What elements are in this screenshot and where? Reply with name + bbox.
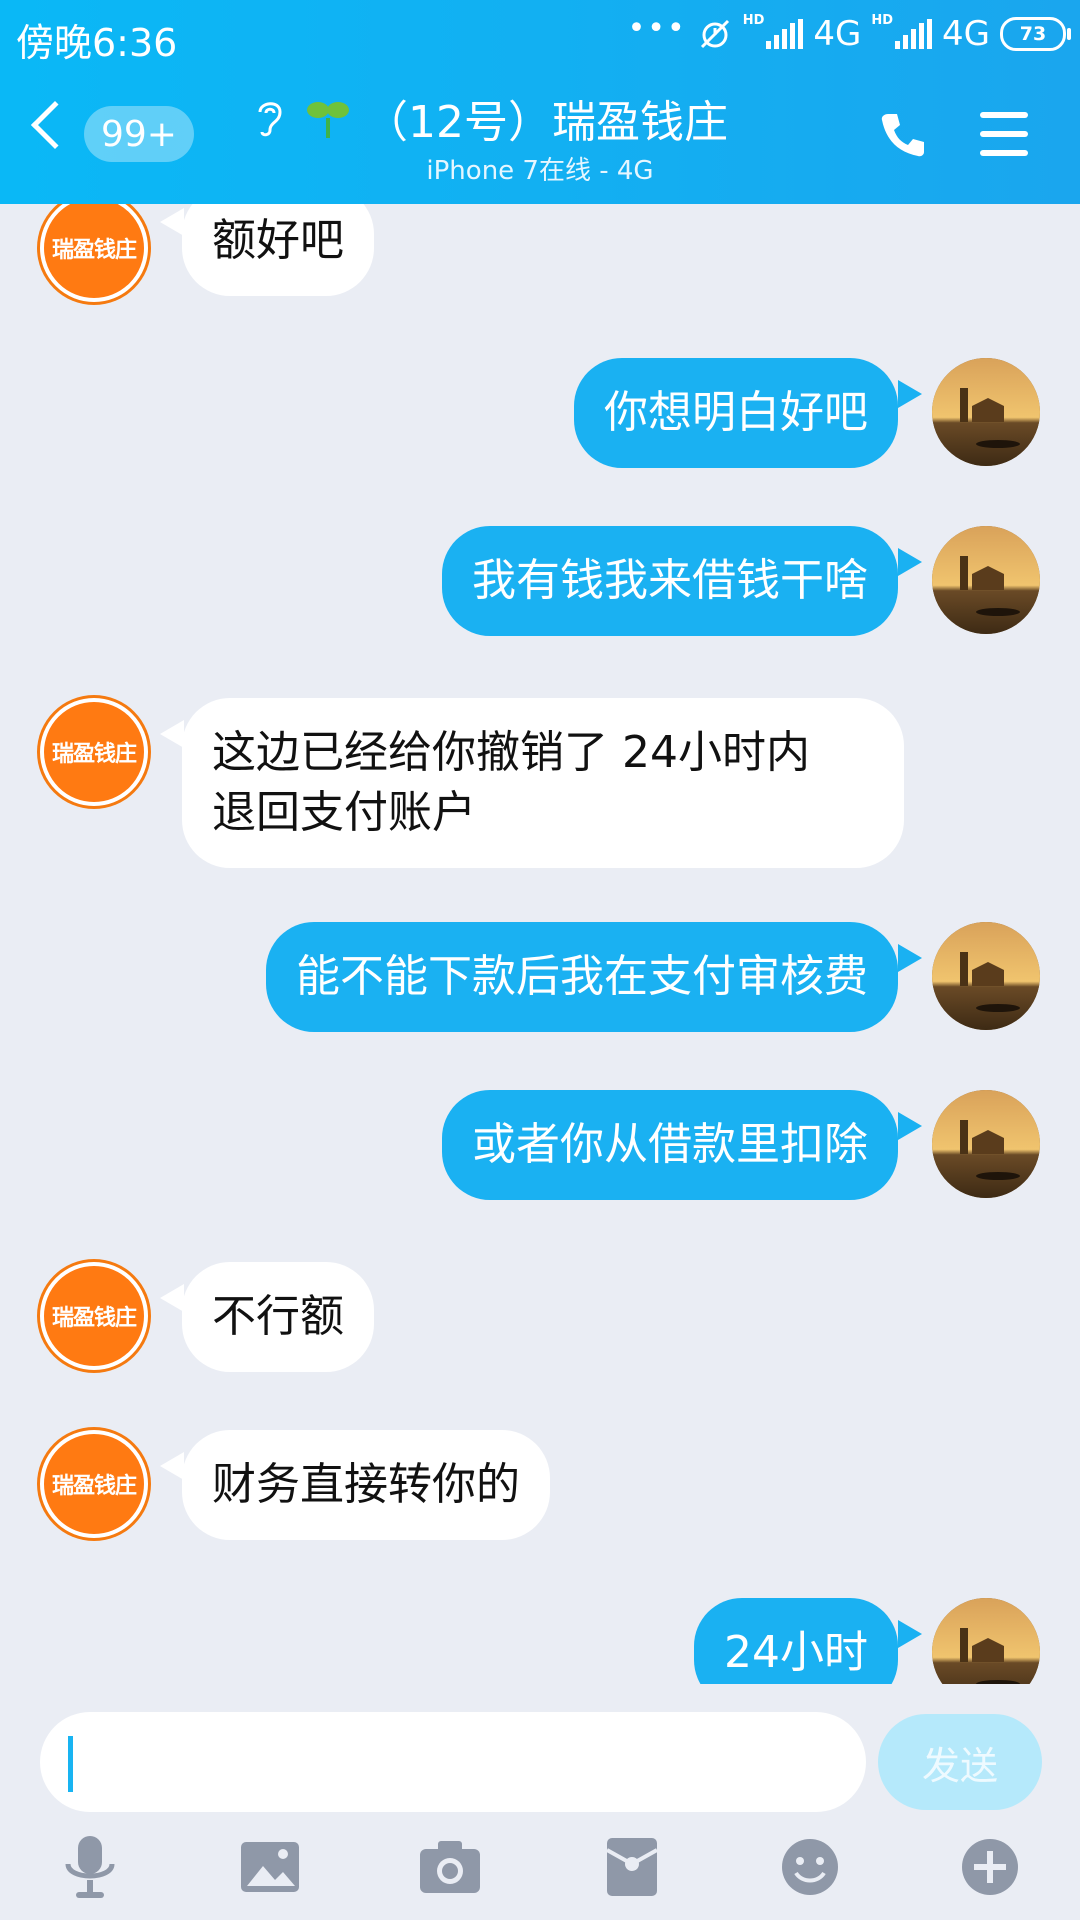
image-icon[interactable] <box>238 1832 302 1902</box>
message-bubble-incoming[interactable]: 额好吧 <box>182 204 374 296</box>
message-bubble-incoming[interactable]: 这边已经给你撤销了 24小时内 退回支付账户 <box>182 698 904 868</box>
message-bubble-outgoing[interactable]: 能不能下款后我在支付审核费 <box>266 922 898 1032</box>
contact-avatar[interactable]: 瑞盈钱庄 <box>40 204 148 302</box>
network-label-2: 4G <box>942 14 990 54</box>
alarm-off-icon <box>700 19 729 49</box>
message-bubble-outgoing[interactable]: 或者你从借款里扣除 <box>442 1090 898 1200</box>
message-line: 退回支付账户 <box>212 787 476 838</box>
phone-icon[interactable] <box>878 110 928 160</box>
contact-avatar[interactable]: 瑞盈钱庄 <box>40 1262 148 1370</box>
message-list[interactable]: 瑞盈钱庄 额好吧 你想明白好吧 我有钱我来借钱干啥 瑞盈钱庄 这边已经给你撤销了… <box>0 204 1080 1684</box>
user-avatar[interactable] <box>932 358 1040 466</box>
message-bubble-incoming[interactable]: 不行额 <box>182 1262 374 1372</box>
camera-icon[interactable] <box>418 1832 482 1902</box>
message-input[interactable] <box>40 1712 866 1812</box>
hd-label-2: HD <box>871 12 894 28</box>
network-label-1: 4G <box>813 14 862 54</box>
status-time: 傍晚6:36 <box>16 21 178 65</box>
signal-icon-1 <box>766 19 804 49</box>
menu-icon[interactable] <box>980 112 1028 169</box>
contact-avatar[interactable]: 瑞盈钱庄 <box>40 1430 148 1538</box>
message-line: 这边已经给你撤销了 24小时内 <box>212 727 810 778</box>
signal-icon-2 <box>895 19 933 49</box>
user-avatar[interactable] <box>932 526 1040 634</box>
contact-avatar[interactable]: 瑞盈钱庄 <box>40 698 148 806</box>
message-bubble-outgoing[interactable]: 24小时 <box>694 1598 898 1684</box>
top-bar: 傍晚6:36 ••• HD 4G HD 4G 73 99+ （12号）瑞盈钱庄 … <box>0 0 1080 204</box>
message-bubble-incoming[interactable]: 财务直接转你的 <box>182 1430 550 1540</box>
sprout-icon <box>307 102 349 138</box>
input-area: 发送 <box>0 1684 1080 1920</box>
red-packet-icon[interactable] <box>600 1832 664 1902</box>
emoji-icon[interactable] <box>778 1832 842 1902</box>
battery-icon: 73 <box>1000 17 1071 51</box>
send-button[interactable]: 发送 <box>878 1714 1042 1810</box>
user-avatar[interactable] <box>932 1090 1040 1198</box>
text-caret <box>68 1736 73 1792</box>
user-avatar[interactable] <box>932 922 1040 1030</box>
status-icons: ••• HD 4G HD 4G 73 <box>627 10 1071 58</box>
plus-icon[interactable] <box>958 1832 1022 1902</box>
message-bubble-outgoing[interactable]: 我有钱我来借钱干啥 <box>442 526 898 636</box>
input-toolbar <box>0 1832 1080 1912</box>
more-dots-icon: ••• <box>627 10 687 46</box>
message-bubble-outgoing[interactable]: 你想明白好吧 <box>574 358 898 468</box>
ear-icon <box>258 102 282 137</box>
user-avatar[interactable] <box>932 1598 1040 1684</box>
chat-title[interactable]: （12号）瑞盈钱庄 <box>364 86 728 150</box>
hd-label-1: HD <box>742 12 765 28</box>
back-chevron-icon[interactable] <box>30 100 80 150</box>
mic-icon[interactable] <box>58 1832 122 1902</box>
